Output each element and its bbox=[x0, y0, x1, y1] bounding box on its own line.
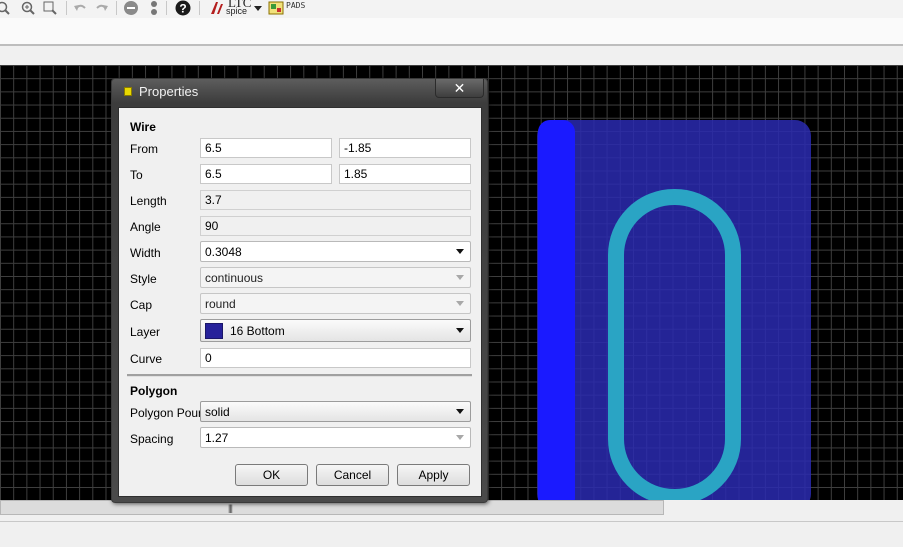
curve-field[interactable]: 0 bbox=[200, 348, 471, 368]
wire-segment[interactable] bbox=[538, 120, 575, 500]
dialog-title: Properties bbox=[139, 84, 199, 99]
length-field: 3.7 bbox=[200, 190, 471, 210]
toolbar: ? LTC spice PADS bbox=[0, 0, 903, 18]
chevron-down-icon[interactable] bbox=[456, 249, 464, 254]
properties-dialog: Properties ✕ Wire From 6.5 -1.85 To 6.5 … bbox=[111, 78, 488, 503]
curve-label: Curve bbox=[130, 352, 163, 366]
command-bar bbox=[0, 18, 903, 46]
cap-select: round bbox=[200, 293, 471, 314]
to-y-field[interactable]: 1.85 bbox=[339, 164, 471, 184]
wire-heading: Wire bbox=[130, 120, 156, 134]
section-divider bbox=[127, 374, 472, 377]
chevron-down-icon[interactable] bbox=[456, 435, 464, 440]
cancel-button[interactable]: Cancel bbox=[316, 464, 389, 486]
polygon-pour[interactable] bbox=[537, 120, 811, 500]
zoom-out-icon[interactable] bbox=[0, 0, 10, 16]
layer-color-swatch bbox=[205, 322, 223, 339]
polygon-heading: Polygon bbox=[130, 384, 178, 398]
drc-icon[interactable] bbox=[148, 0, 160, 16]
spacing-value: 1.27 bbox=[205, 430, 229, 445]
chevron-down-icon bbox=[456, 275, 464, 280]
ltspice-icon[interactable] bbox=[208, 0, 226, 16]
cap-label: Cap bbox=[130, 298, 153, 312]
ok-button[interactable]: OK bbox=[235, 464, 308, 486]
app-icon bbox=[124, 87, 132, 96]
toolbar-separator bbox=[166, 1, 167, 15]
zoom-fit-icon[interactable] bbox=[42, 0, 60, 16]
layer-label: Layer bbox=[130, 325, 161, 339]
from-y-field[interactable]: -1.85 bbox=[339, 138, 471, 158]
cap-value: round bbox=[205, 296, 236, 311]
close-button[interactable]: ✕ bbox=[435, 79, 484, 98]
width-label: Width bbox=[130, 246, 161, 260]
width-combobox[interactable]: 0.3048 bbox=[200, 241, 471, 262]
apply-button[interactable]: Apply bbox=[397, 464, 470, 486]
polygon-pour-value: solid bbox=[205, 404, 230, 419]
undo-icon[interactable] bbox=[72, 0, 88, 16]
stop-icon[interactable] bbox=[122, 0, 140, 16]
toolbar-separator bbox=[199, 1, 200, 15]
divider bbox=[0, 44, 903, 46]
divider bbox=[0, 521, 903, 522]
from-label: From bbox=[130, 142, 158, 156]
scrollbar-grip[interactable]: ||| bbox=[228, 503, 233, 513]
style-value: continuous bbox=[205, 270, 264, 285]
to-x-field[interactable]: 6.5 bbox=[200, 164, 332, 184]
style-label: Style bbox=[130, 272, 157, 286]
chevron-down-icon[interactable] bbox=[456, 328, 464, 333]
ltspice-logo-subtext: spice bbox=[226, 6, 248, 16]
help-icon[interactable]: ? bbox=[174, 0, 192, 16]
redo-icon[interactable] bbox=[94, 0, 110, 16]
pads-label: PADS bbox=[286, 1, 306, 10]
pads-icon[interactable] bbox=[268, 0, 284, 16]
style-select: continuous bbox=[200, 267, 471, 288]
zoom-in-icon[interactable] bbox=[20, 0, 36, 16]
to-label: To bbox=[130, 168, 143, 182]
spacing-combobox[interactable]: 1.27 bbox=[200, 427, 471, 448]
layer-value: 16 Bottom bbox=[230, 323, 285, 338]
width-value: 0.3048 bbox=[205, 244, 242, 259]
spacing-label: Spacing bbox=[130, 432, 174, 446]
angle-label: Angle bbox=[130, 220, 161, 234]
dropdown-icon[interactable] bbox=[253, 0, 263, 16]
polygon-pour-select[interactable]: solid bbox=[200, 401, 471, 422]
svg-text:?: ? bbox=[179, 2, 186, 16]
chevron-down-icon[interactable] bbox=[456, 409, 464, 414]
angle-field: 90 bbox=[200, 216, 471, 236]
length-label: Length bbox=[130, 194, 167, 208]
layer-select[interactable]: 16 Bottom bbox=[200, 319, 471, 342]
dialog-body: Wire From 6.5 -1.85 To 6.5 1.85 Length 3… bbox=[118, 107, 482, 497]
from-x-field[interactable]: 6.5 bbox=[200, 138, 332, 158]
chevron-down-icon bbox=[456, 301, 464, 306]
toolbar-separator bbox=[116, 1, 117, 15]
polygon-pour-label: Polygon Pour bbox=[130, 406, 203, 420]
toolbar-separator bbox=[66, 1, 67, 15]
